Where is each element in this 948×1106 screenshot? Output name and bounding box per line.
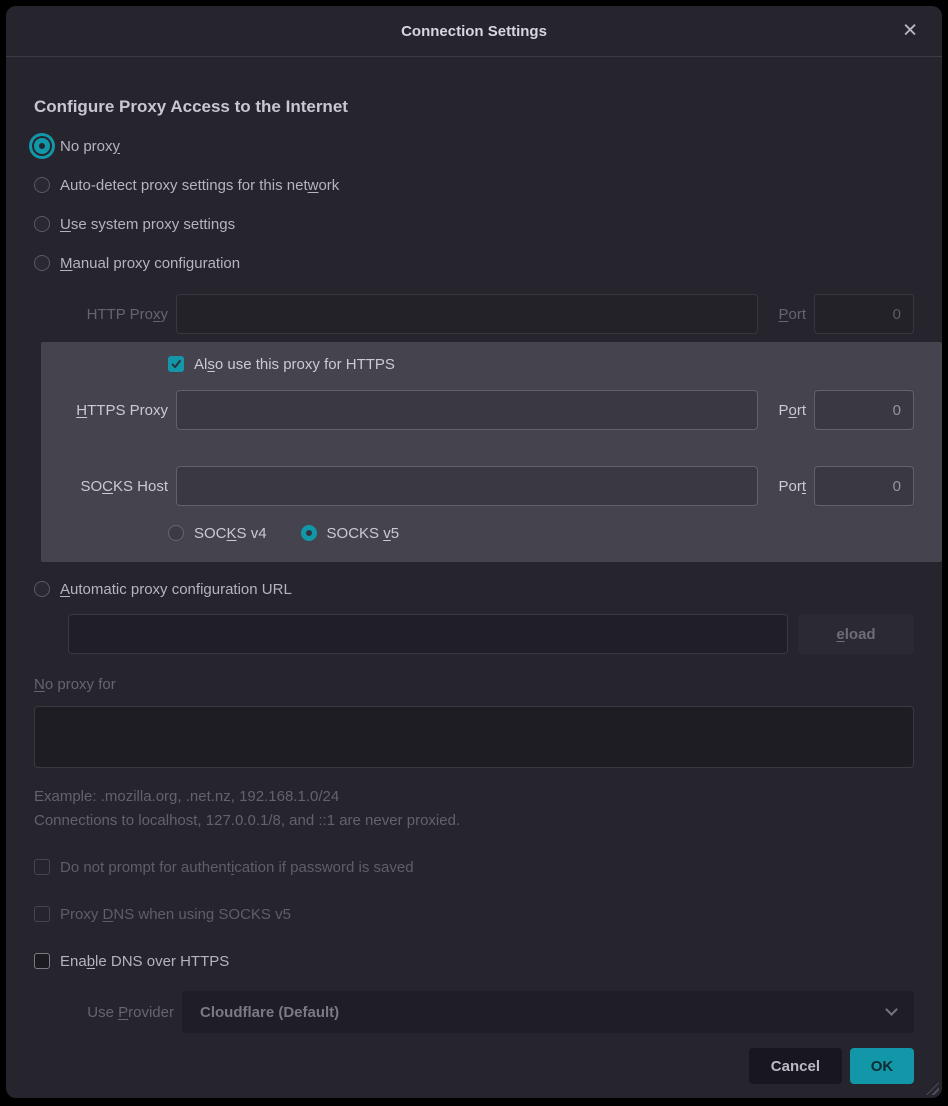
http-proxy-label: HTTP Proxy xyxy=(34,306,168,323)
socks-host-label: SOCKS Host xyxy=(41,478,168,495)
options-checkbox-group: Do not prompt for authentication if pass… xyxy=(34,855,914,973)
close-icon[interactable]: ✕ xyxy=(898,18,922,45)
cancel-button[interactable]: Cancel xyxy=(749,1048,842,1084)
radio-icon xyxy=(34,138,50,154)
proxy-dns-socks5-checkbox[interactable]: Proxy DNS when using SOCKS v5 xyxy=(34,902,914,926)
checkbox-icon xyxy=(34,953,50,969)
radio-label: Automatic proxy configuration URL xyxy=(60,581,292,598)
no-proxy-for-label: No proxy for xyxy=(34,676,914,700)
auto-url-input[interactable] xyxy=(68,614,788,654)
http-port-input[interactable] xyxy=(814,294,914,334)
dialog-title: Connection Settings xyxy=(401,23,547,40)
checkbox-icon xyxy=(34,906,50,922)
socks-v5-label: SOCKS v5 xyxy=(327,525,400,542)
radio-socks-v4[interactable] xyxy=(168,525,184,541)
checkbox-label: Do not prompt for authentication if pass… xyxy=(60,859,414,876)
ok-button[interactable]: OK xyxy=(850,1048,914,1084)
socks-host-row: SOCKS Host Port xyxy=(41,466,914,506)
radio-label: No proxy xyxy=(60,138,120,155)
checkbox-icon xyxy=(34,859,50,875)
socks-v4-label: SOCKS v4 xyxy=(194,525,267,542)
doh-provider-row: Use Provider Cloudflare (Default) xyxy=(34,991,914,1033)
localhost-note-text: Connections to localhost, 127.0.0.1/8, a… xyxy=(34,812,914,829)
http-proxy-input[interactable] xyxy=(176,294,758,334)
radio-label: Manual proxy configuration xyxy=(60,255,240,272)
enable-doh-checkbox[interactable]: Enable DNS over HTTPS xyxy=(34,949,914,973)
https-proxy-row: HTTPS Proxy Port xyxy=(41,390,914,430)
chevron-down-icon xyxy=(885,1003,898,1016)
checkmark-icon xyxy=(170,358,182,370)
no-prompt-auth-checkbox[interactable]: Do not prompt for authentication if pass… xyxy=(34,855,914,879)
checkbox-label: Also use this proxy for HTTPS xyxy=(194,356,395,373)
radio-icon xyxy=(34,255,50,271)
socks-version-row: SOCKS v4 SOCKS v5 xyxy=(168,520,914,546)
http-proxy-row: HTTP Proxy Port xyxy=(34,294,914,334)
https-proxy-label: HTTPS Proxy xyxy=(41,402,168,419)
radio-icon xyxy=(34,177,50,193)
radio-auto-detect[interactable]: Auto-detect proxy settings for this netw… xyxy=(34,172,914,198)
radio-label: Auto-detect proxy settings for this netw… xyxy=(60,177,339,194)
provider-selected-value: Cloudflare (Default) xyxy=(200,1004,339,1021)
reload-button[interactable]: eload xyxy=(798,614,914,654)
checkbox-label: Proxy DNS when using SOCKS v5 xyxy=(60,906,291,923)
radio-label: Use system proxy settings xyxy=(60,216,235,233)
connection-settings-dialog: Connection Settings ✕ Configure Proxy Ac… xyxy=(6,6,942,1098)
no-proxy-example-text: Example: .mozilla.org, .net.nz, 192.168.… xyxy=(34,788,914,805)
socks-host-input[interactable] xyxy=(176,466,758,506)
radio-auto-url[interactable]: Automatic proxy configuration URL xyxy=(34,576,914,602)
radio-manual-proxy[interactable]: Manual proxy configuration xyxy=(34,250,914,276)
no-proxy-for-textarea[interactable] xyxy=(34,706,914,768)
dialog-footer: Cancel OK xyxy=(34,1048,914,1084)
https-proxy-input[interactable] xyxy=(176,390,758,430)
checkbox-checked-icon xyxy=(168,356,184,372)
socks-port-input[interactable] xyxy=(814,466,914,506)
radio-icon xyxy=(34,216,50,232)
https-port-label: Port xyxy=(766,402,806,419)
page-title: Configure Proxy Access to the Internet xyxy=(34,97,914,117)
title-bar: Connection Settings ✕ xyxy=(6,6,942,57)
radio-system-proxy[interactable]: Use system proxy settings xyxy=(34,211,914,237)
radio-no-proxy[interactable]: No proxy xyxy=(34,133,914,159)
checkbox-label: Enable DNS over HTTPS xyxy=(60,953,229,970)
use-provider-label: Use Provider xyxy=(34,1004,174,1021)
https-port-input[interactable] xyxy=(814,390,914,430)
also-use-https-checkbox[interactable]: Also use this proxy for HTTPS xyxy=(168,352,914,376)
https-socks-section: Also use this proxy for HTTPS HTTPS Prox… xyxy=(41,342,942,562)
radio-icon xyxy=(34,581,50,597)
dialog-content: Configure Proxy Access to the Internet N… xyxy=(6,97,942,1084)
http-port-label: Port xyxy=(766,306,806,323)
auto-url-row: eload xyxy=(34,614,914,654)
socks-port-label: Port xyxy=(766,478,806,495)
provider-dropdown[interactable]: Cloudflare (Default) xyxy=(182,991,914,1033)
radio-socks-v5[interactable] xyxy=(301,525,317,541)
